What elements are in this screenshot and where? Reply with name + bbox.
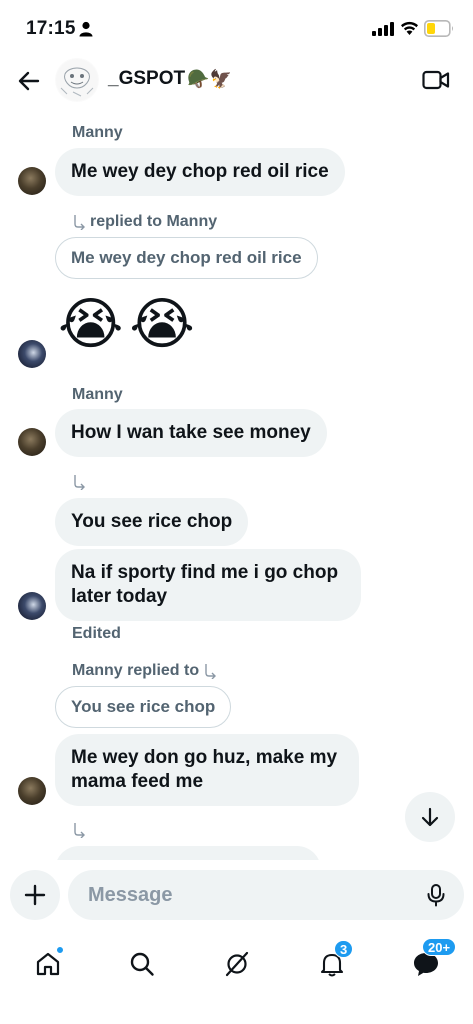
- search-icon: [130, 952, 154, 976]
- message-bubble-partial[interactable]: [55, 846, 321, 860]
- reply-icon: [74, 215, 85, 230]
- sender-avatar[interactable]: [18, 428, 46, 456]
- messages-badge: 20+: [422, 938, 457, 956]
- message-bubble[interactable]: How I wan take see money: [55, 409, 327, 457]
- message-composer: [0, 860, 473, 930]
- message-bubble[interactable]: Me wey dey chop red oil rice: [55, 148, 345, 196]
- conversation-title-emojis: 🪖🦅: [187, 68, 232, 89]
- conversation-header: _GSPOT 🪖🦅: [0, 56, 473, 106]
- reply-icon: [74, 823, 85, 838]
- reply-label: Manny replied to: [72, 662, 200, 679]
- wifi-icon: [401, 21, 418, 35]
- emoji-message[interactable]: 😭😭: [58, 292, 201, 356]
- message-input-wrapper[interactable]: [68, 870, 464, 920]
- notifications-badge: 3: [334, 940, 354, 958]
- signal-icon: [372, 22, 394, 36]
- status-bar: 17:15: [0, 0, 473, 56]
- bottom-navigation: 3 20+: [0, 930, 473, 1024]
- back-arrow-icon[interactable]: [16, 68, 42, 94]
- nav-messages[interactable]: 20+: [404, 938, 457, 986]
- message-list[interactable]: Manny Me wey dey chop red oil rice repli…: [0, 106, 473, 860]
- emoji-message-text: 😭😭: [58, 292, 201, 355]
- reply-icon: [205, 664, 217, 679]
- nav-home[interactable]: [26, 942, 70, 986]
- conversation-title-text: _GSPOT: [108, 68, 186, 89]
- sender-name: Manny: [72, 124, 123, 141]
- message-bubble[interactable]: Na if sporty find me i go chop later tod…: [55, 549, 361, 621]
- message-bubble[interactable]: You see rice chop: [55, 498, 249, 546]
- plus-icon: [24, 884, 46, 906]
- quoted-message[interactable]: Me wey dey chop red oil rice: [55, 237, 318, 279]
- nav-notifications[interactable]: 3: [310, 940, 354, 986]
- status-time: 17:15: [26, 18, 76, 39]
- reply-label: replied to Manny: [90, 213, 218, 230]
- scroll-to-bottom-button[interactable]: [405, 792, 455, 842]
- person-icon: [79, 21, 93, 37]
- nav-search[interactable]: [120, 942, 164, 986]
- message-input[interactable]: [88, 870, 408, 920]
- arrow-down-icon: [421, 807, 439, 827]
- video-call-icon[interactable]: [422, 68, 450, 92]
- reply-icon: [74, 475, 85, 490]
- edited-label: Edited: [72, 625, 121, 642]
- reply-indicator: replied to Manny: [72, 213, 217, 231]
- grok-icon: [225, 951, 249, 977]
- reply-indicator: Manny replied to: [72, 662, 217, 680]
- my-avatar[interactable]: [18, 592, 46, 620]
- message-bubble[interactable]: Me wey don go huz, make my mama feed me: [55, 734, 359, 806]
- home-icon: [36, 952, 60, 976]
- home-unread-dot: [56, 946, 64, 954]
- microphone-icon[interactable]: [424, 883, 448, 907]
- sender-avatar[interactable]: [18, 167, 46, 195]
- sender-name: Manny: [72, 386, 123, 403]
- quoted-message[interactable]: You see rice chop: [55, 686, 232, 728]
- group-avatar[interactable]: [55, 58, 99, 102]
- group-avatar-sketch: [56, 59, 98, 101]
- nav-grok[interactable]: [215, 942, 259, 986]
- conversation-title[interactable]: _GSPOT 🪖🦅: [108, 68, 232, 90]
- battery-icon: [424, 20, 453, 37]
- sender-avatar[interactable]: [18, 777, 46, 805]
- my-avatar[interactable]: [18, 340, 46, 368]
- add-attachment-button[interactable]: [10, 870, 60, 920]
